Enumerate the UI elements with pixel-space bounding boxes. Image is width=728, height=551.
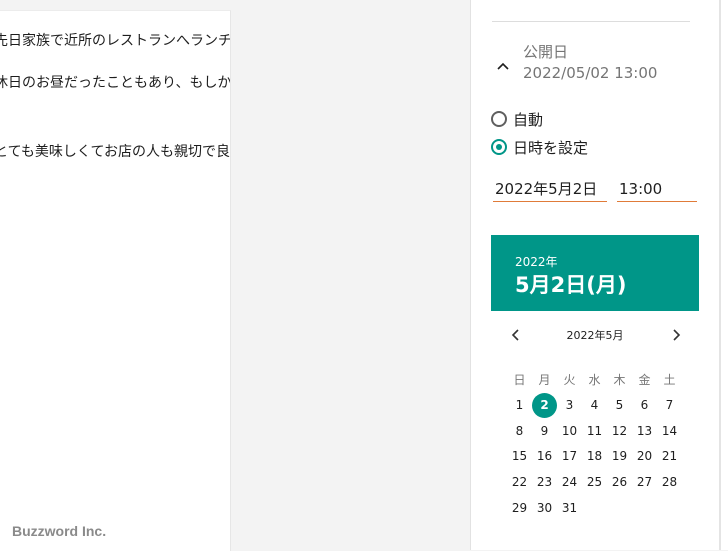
calendar-day[interactable]: 24 [557,470,582,495]
scrollbar-track[interactable] [719,0,721,550]
calendar-weekday: 日 [513,373,526,387]
calendar-day[interactable]: 3 [557,393,582,418]
paragraph-block[interactable]: 休日のお昼だったこともあり、もしかしたら店内は満席になって [0,73,230,93]
calendar-day[interactable]: 7 [657,393,682,418]
calendar-weekday: 月 [538,373,551,387]
paragraph-block[interactable]: 先日家族で近所のレストランへランチに行ってきました。 [0,31,230,51]
calendar-day[interactable]: 19 [607,444,632,469]
calendar-weekday: 金 [638,373,651,387]
calendar-day[interactable]: 18 [582,444,607,469]
calendar-day[interactable]: 10 [557,419,582,444]
calendar-weekday: 木 [613,373,626,387]
calendar-day[interactable]: 31 [557,496,582,521]
calendar-day[interactable]: 25 [582,470,607,495]
calendar-day[interactable]: 23 [532,470,557,495]
calendar-day[interactable]: 29 [507,496,532,521]
calendar-navigation: 2022年5月 [491,322,699,348]
radio-auto[interactable]: 自動 [491,108,543,130]
company-watermark: Buzzword Inc. [12,523,107,539]
calendar-day[interactable]: 27 [632,470,657,495]
calendar-selected-date[interactable]: 5月2日(月) [515,269,626,299]
radio-button-unchecked[interactable] [491,111,507,127]
calendar-day[interactable]: 28 [657,470,682,495]
calendar-day[interactable]: 16 [532,444,557,469]
calendar-header: 2022年 5月2日(月) [491,235,699,311]
sidebar-scrollbar[interactable] [710,0,728,550]
calendar-day[interactable]: 21 [657,444,682,469]
publish-value: 2022/05/02 13:00 [523,64,658,82]
calendar-day[interactable]: 26 [607,470,632,495]
chevron-up-icon [496,58,510,72]
calendar-day[interactable]: 14 [657,419,682,444]
calendar-day[interactable]: 22 [507,470,532,495]
calendar-day[interactable]: 8 [507,419,532,444]
calendar-day[interactable]: 9 [532,419,557,444]
calendar-weekday: 火 [563,373,576,387]
calendar-day[interactable]: 30 [532,496,557,521]
calendar-day[interactable]: 1 [507,393,532,418]
calendar-day[interactable]: 11 [582,419,607,444]
calendar-day[interactable]: 17 [557,444,582,469]
chevron-right-icon[interactable] [667,326,685,344]
calendar-day[interactable]: 6 [632,393,657,418]
publish-date-toggle[interactable]: 公開日 2022/05/02 13:00 [492,40,692,86]
time-input[interactable]: 13:00 [617,176,697,202]
calendar-day[interactable]: 13 [632,419,657,444]
panel-divider [492,21,690,22]
date-input[interactable]: 2022年5月2日 [493,176,607,202]
paragraph-block[interactable]: とても美味しくてお店の人も親切で良かったです。また違う日に来て [0,142,230,162]
calendar-year[interactable]: 2022年 [515,253,558,270]
radio-button-checked[interactable] [491,139,507,155]
editor-canvas[interactable]: 先日家族で近所のレストランへランチに行ってきました。 休日のお昼だったこともあり… [0,10,231,551]
calendar-weekday: 水 [588,373,601,387]
radio-label: 自動 [513,110,544,129]
radio-label: 日時を設定 [513,138,589,157]
calendar-day[interactable]: 20 [632,444,657,469]
radio-set-datetime[interactable]: 日時を設定 [491,136,588,158]
publish-label: 公開日 [523,43,569,61]
calendar-day[interactable]: 5 [607,393,632,418]
calendar-day-selected[interactable]: 2 [532,393,557,418]
calendar-day[interactable]: 4 [582,393,607,418]
calendar-day[interactable]: 15 [507,444,532,469]
calendar-day[interactable]: 12 [607,419,632,444]
calendar-weekday: 土 [663,373,676,387]
